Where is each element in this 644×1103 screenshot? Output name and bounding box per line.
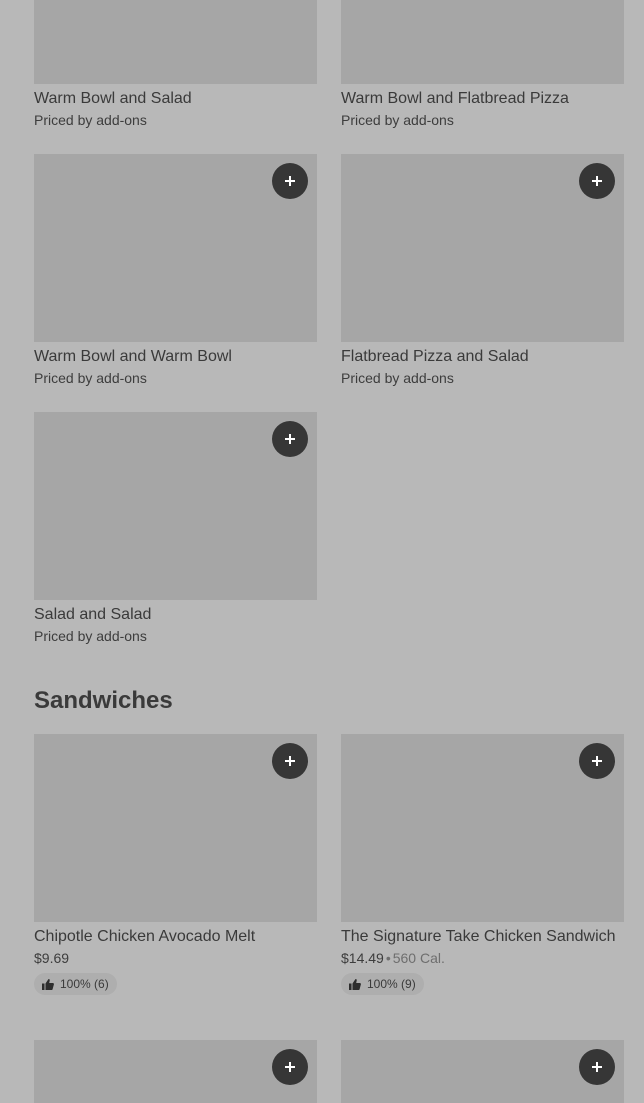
item-name: Warm Bowl and Flatbread Pizza [341,90,569,107]
item-price: Priced by add-ons [34,628,147,644]
item-name: Warm Bowl and Warm Bowl [34,348,232,365]
plus-icon [285,756,295,766]
add-button[interactable] [272,743,308,779]
thumbs-up-icon [349,978,361,990]
menu-item-card[interactable]: Warm Bowl and Warm Bowl Priced by add-on… [34,154,317,387]
item-name: The Signature Take Chicken Sandwich [341,928,616,945]
plus-icon [285,176,295,186]
menu-item-card[interactable] [341,1040,624,1103]
item-image [34,0,317,84]
thumbs-up-icon [42,978,54,990]
item-image [341,1040,624,1103]
add-button[interactable] [579,743,615,779]
add-button[interactable] [272,1049,308,1085]
menu-page: Warm Bowl and Salad Priced by add-ons Wa… [0,0,644,1103]
item-name: Flatbread Pizza and Salad [341,348,529,365]
item-calories: 560 Cal. [392,950,445,966]
plus-icon [592,176,602,186]
item-image [341,0,624,84]
item-price-line: $9.69 [34,950,317,967]
item-name: Salad and Salad [34,606,152,623]
item-price: Priced by add-ons [341,112,454,128]
plus-icon [592,756,602,766]
menu-item-card[interactable]: Chipotle Chicken Avocado Melt $9.69 100%… [34,734,317,995]
item-price: $14.49 [341,950,384,966]
rating-text: 100% (6) [60,977,109,991]
item-image [34,1040,317,1103]
add-button[interactable] [579,163,615,199]
separator-dot: • [385,950,391,966]
plus-icon [285,434,295,444]
item-image [34,734,317,922]
menu-item-card[interactable]: Warm Bowl and Flatbread Pizza Priced by … [341,0,624,129]
item-price-line: $14.49 • 560 Cal. [341,950,624,967]
menu-item-card[interactable] [34,1040,317,1103]
item-price: Priced by add-ons [341,370,454,386]
item-image [34,154,317,342]
item-image [34,412,317,600]
item-image [341,734,624,922]
item-image [341,154,624,342]
menu-item-card[interactable]: The Signature Take Chicken Sandwich $14.… [341,734,624,995]
menu-item-card[interactable]: Warm Bowl and Salad Priced by add-ons [34,0,317,129]
menu-item-card[interactable]: Salad and Salad Priced by add-ons [34,412,317,645]
section-title-sandwiches: Sandwiches [34,687,173,714]
add-button[interactable] [272,421,308,457]
menu-item-card[interactable]: Flatbread Pizza and Salad Priced by add-… [341,154,624,387]
item-name: Warm Bowl and Salad [34,90,192,107]
item-price: Priced by add-ons [34,370,147,386]
rating-badge: 100% (6) [34,973,117,995]
item-name: Chipotle Chicken Avocado Melt [34,928,256,945]
item-price: Priced by add-ons [34,112,147,128]
plus-icon [285,1062,295,1072]
rating-text: 100% (9) [367,977,416,991]
plus-icon [592,1062,602,1072]
rating-badge: 100% (9) [341,973,424,995]
add-button[interactable] [579,1049,615,1085]
add-button[interactable] [272,163,308,199]
item-price: $9.69 [34,950,70,966]
